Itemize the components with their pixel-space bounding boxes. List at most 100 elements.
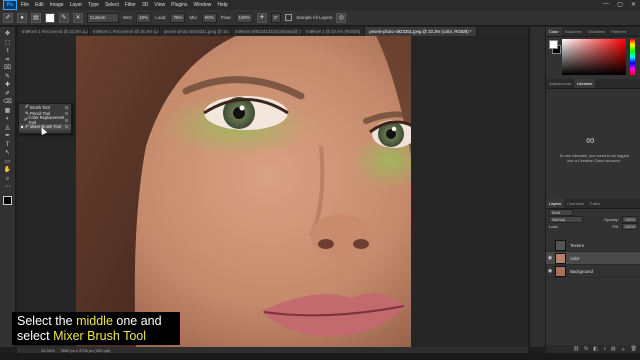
document-tab[interactable]: pexels-photo-3918321.jpeg @ 16.7% (RG… bbox=[160, 27, 231, 36]
swatch-icon[interactable] bbox=[45, 12, 55, 23]
document-tab[interactable]: tnt9Ke8 1 @ 33.4% (RGB/8) bbox=[302, 27, 366, 36]
brush-settings-icon[interactable]: ▤ bbox=[31, 12, 41, 23]
adjustment-layer-icon[interactable]: ◑ bbox=[603, 346, 606, 352]
load-brush-icon[interactable]: ✎ bbox=[59, 12, 69, 23]
crop-tool-icon[interactable]: ⌧ bbox=[3, 65, 13, 73]
opacity-field[interactable]: 100% bbox=[621, 216, 638, 223]
color-picker-field[interactable] bbox=[562, 39, 626, 75]
brush-preset-icon[interactable]: ● bbox=[17, 12, 27, 23]
rectangle-tool-icon[interactable]: ▭ bbox=[3, 159, 13, 167]
tab-channels[interactable]: Channels bbox=[564, 199, 587, 208]
menu-view[interactable]: View bbox=[154, 2, 165, 8]
menu-edit[interactable]: Edit bbox=[35, 2, 44, 8]
menu-select[interactable]: Select bbox=[105, 2, 119, 8]
menu-file[interactable]: File bbox=[21, 2, 29, 8]
sample-all-layers-checkbox[interactable] bbox=[285, 14, 293, 21]
mix-field[interactable]: 90% bbox=[201, 12, 217, 23]
brush-tool-icon[interactable]: ✐ bbox=[3, 91, 13, 99]
zoom-level[interactable]: 33.33% bbox=[41, 348, 55, 353]
group-icon[interactable]: ▤ bbox=[611, 346, 616, 352]
menu-help[interactable]: Help bbox=[217, 2, 227, 8]
tab-color[interactable]: Color bbox=[546, 27, 562, 36]
menu-plugins[interactable]: Plugins bbox=[171, 2, 187, 8]
menu-filter[interactable]: Filter bbox=[125, 2, 136, 8]
angle-field[interactable]: 0° bbox=[271, 12, 282, 23]
layer-row-color[interactable]: ◉ color bbox=[546, 252, 640, 265]
link-layers-icon[interactable]: ⛓ bbox=[573, 346, 579, 352]
airbrush-icon[interactable]: ✈ bbox=[257, 12, 268, 23]
tab-libraries[interactable]: Libraries bbox=[574, 79, 596, 88]
new-layer-icon[interactable]: ＋ bbox=[621, 346, 626, 353]
move-tool-icon[interactable]: ✥ bbox=[3, 31, 13, 39]
menu-type[interactable]: Type bbox=[88, 2, 99, 8]
subtitle-text: one and bbox=[112, 314, 162, 328]
foreground-color-swatch[interactable] bbox=[549, 40, 558, 49]
menu-window[interactable]: Window bbox=[194, 2, 212, 8]
flyout-item-color-replacement-tool[interactable]: ✐ Color Replacement Tool B bbox=[19, 115, 71, 125]
eye-icon[interactable]: ◉ bbox=[546, 268, 554, 274]
flyout-shortcut: B bbox=[65, 124, 68, 130]
menu-3d[interactable]: 3D bbox=[142, 2, 148, 8]
menu-layer[interactable]: Layer bbox=[70, 2, 83, 8]
fill-label: Fill: bbox=[612, 224, 619, 229]
color-swatches[interactable] bbox=[549, 40, 561, 54]
document-tab[interactable]: tnt9Ke8 48823312222ce84a6a@ 16.7%… bbox=[231, 27, 302, 36]
pen-tool-icon[interactable]: ✒ bbox=[3, 133, 13, 141]
mix-preset-select[interactable]: Custom bbox=[87, 12, 119, 23]
quick-select-tool-icon[interactable]: ⌗ bbox=[3, 57, 13, 65]
tool-preset-icon[interactable]: ✐ bbox=[3, 12, 13, 23]
layer-row-background[interactable]: ◉ Background bbox=[546, 265, 640, 278]
lasso-tool-icon[interactable]: ℓ bbox=[3, 48, 13, 56]
fx-icon[interactable]: fx bbox=[584, 346, 588, 352]
clean-brush-icon[interactable]: ✕ bbox=[73, 12, 83, 23]
marquee-tool-icon[interactable]: ⬚ bbox=[3, 40, 13, 48]
tab-patterns[interactable]: Patterns bbox=[608, 27, 629, 36]
foreground-color-swatch[interactable] bbox=[3, 195, 12, 205]
tab-paths[interactable]: Paths bbox=[587, 199, 603, 208]
load-field[interactable]: 75% bbox=[170, 12, 186, 23]
blur-tool-icon[interactable]: ◬ bbox=[3, 125, 13, 133]
eraser-tool-icon[interactable]: ⌫ bbox=[3, 99, 13, 107]
sample-all-layers-label: Sample All Layers bbox=[296, 15, 333, 20]
healing-tool-icon[interactable]: ✚ bbox=[3, 82, 13, 90]
subtitle-highlight: middle bbox=[76, 314, 113, 328]
document-tab[interactable]: tnt9Ke8 1 Recovered @ 25.3% (Layer 1, R… bbox=[89, 27, 160, 36]
hand-tool-icon[interactable]: ✋ bbox=[3, 167, 13, 175]
more-tools-icon[interactable]: ⋯ bbox=[3, 184, 13, 192]
type-tool-icon[interactable]: T bbox=[3, 142, 13, 150]
pressure-icon[interactable]: ◎ bbox=[336, 12, 347, 23]
tab-layers[interactable]: Layers bbox=[546, 199, 565, 208]
zoom-tool-icon[interactable]: ⌕ bbox=[3, 176, 13, 184]
dodge-tool-icon[interactable]: ◐ bbox=[3, 116, 13, 124]
document-tab[interactable]: tnt9Ke8 1 Recovered @ 33.3% (Layer 1, R… bbox=[18, 27, 89, 36]
hue-slider[interactable] bbox=[630, 39, 635, 75]
wet-field[interactable]: 10% bbox=[136, 12, 152, 23]
menu-image[interactable]: Image bbox=[50, 2, 64, 8]
layer-row-texture[interactable]: Texture bbox=[546, 239, 640, 252]
tab-swatches[interactable]: Swatches bbox=[562, 27, 585, 36]
mix-label: Mix: bbox=[189, 15, 198, 20]
document-tab-active[interactable]: pexels-photo-4923251.jpeg @ 33.3% (color… bbox=[365, 27, 477, 36]
libraries-panel: Adjustments Libraries ∞ To use Libraries… bbox=[546, 79, 640, 199]
flyout-shortcut: B bbox=[65, 111, 68, 117]
close-icon[interactable]: ✕ bbox=[631, 1, 636, 8]
blend-mode-select[interactable]: Normal bbox=[549, 216, 583, 223]
eyedropper-tool-icon[interactable]: ✎ bbox=[3, 74, 13, 82]
trash-icon[interactable]: 🗑 bbox=[631, 346, 637, 352]
flyout-shortcut: B bbox=[65, 117, 68, 123]
flow-field[interactable]: 100% bbox=[235, 12, 254, 23]
gradient-tool-icon[interactable]: ▦ bbox=[3, 108, 13, 116]
tab-gradients[interactable]: Gradients bbox=[585, 27, 608, 36]
minimize-icon[interactable]: — bbox=[603, 1, 609, 8]
document-tabs: tnt9Ke8 1 Recovered @ 33.3% (Layer 1, R…… bbox=[18, 27, 528, 36]
eye-icon[interactable]: ◉ bbox=[546, 255, 554, 261]
layer-thumbnail bbox=[555, 252, 566, 264]
fill-field[interactable]: 100% bbox=[621, 223, 638, 230]
mask-icon[interactable]: ◧ bbox=[593, 346, 598, 352]
portrait-photo[interactable] bbox=[76, 36, 411, 347]
layer-kind-select[interactable]: Kind bbox=[549, 209, 573, 216]
path-select-tool-icon[interactable]: ↖ bbox=[3, 150, 13, 158]
menu-bar: Ps File Edit Image Layer Type Select Fil… bbox=[0, 0, 640, 10]
tab-adjustments[interactable]: Adjustments bbox=[546, 79, 574, 88]
maximize-icon[interactable]: ▢ bbox=[617, 1, 623, 8]
